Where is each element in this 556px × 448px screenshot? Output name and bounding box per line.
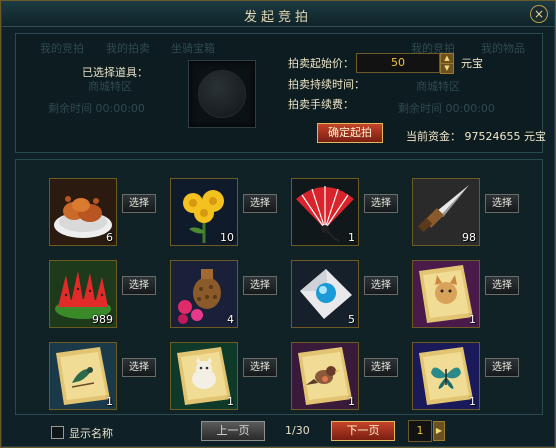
start-price-input[interactable]: 50 (356, 53, 440, 73)
start-price-label: 拍卖起始价： (288, 57, 354, 70)
select-button[interactable]: 选择 (122, 194, 156, 213)
empty-slot-medallion-icon (198, 70, 246, 118)
prev-page-button[interactable]: 上一页 (201, 421, 265, 441)
confirm-auction-button[interactable]: 确定起拍 (317, 123, 383, 143)
auction-window: 发起竞拍 × 我的竞拍 我的拍卖 坐骑宝箱 我的竞拍 我的物品 商城特区 商城特… (0, 0, 556, 448)
item-count: 1 (106, 395, 113, 408)
item-count: 1 (469, 313, 476, 326)
faded-text: 剩余时间 00:00:00 (398, 102, 495, 115)
select-button[interactable]: 选择 (364, 276, 398, 295)
select-button[interactable]: 选择 (364, 194, 398, 213)
selected-item-slot[interactable] (188, 60, 256, 128)
select-button[interactable]: 选择 (485, 358, 519, 377)
item-count: 6 (106, 231, 113, 244)
item-count: 5 (348, 313, 355, 326)
title-bar: 发起竞拍 × (2, 2, 554, 27)
select-button[interactable]: 选择 (243, 358, 277, 377)
inventory-slot[interactable]: 1 (170, 342, 238, 410)
inventory-slot[interactable]: 5 (291, 260, 359, 328)
auction-settings-panel: 我的竞拍 我的拍卖 坐骑宝箱 我的竞拍 我的物品 商城特区 商城特区 剩余时间 … (15, 33, 546, 153)
duration-label: 拍卖持续时间： (288, 78, 365, 91)
inventory-slot[interactable]: 1 (291, 178, 359, 246)
inventory-slot[interactable]: 98 (412, 178, 480, 246)
page-indicator: 1/30 (285, 424, 310, 437)
inventory-slot[interactable]: 10 (170, 178, 238, 246)
item-count: 1 (469, 395, 476, 408)
faded-text: 剩余时间 00:00:00 (48, 102, 145, 115)
inventory-slot[interactable]: 989 (49, 260, 117, 328)
item-count: 98 (462, 231, 476, 244)
select-button[interactable]: 选择 (122, 276, 156, 295)
faded-tab-text: 我的物品 (481, 42, 525, 55)
inventory-grid: 6 选择 10 选择 1 选择 98 选择 989 选择 4 选择 5 选择 1… (15, 159, 543, 415)
inventory-slot[interactable]: 6 (49, 178, 117, 246)
item-count: 1 (348, 231, 355, 244)
next-page-button[interactable]: 下一页 (331, 421, 395, 441)
funds-value: 97524655 (464, 130, 521, 143)
select-button[interactable]: 选择 (485, 194, 519, 213)
select-button[interactable]: 选择 (485, 276, 519, 295)
inventory-slot[interactable]: 1 (412, 342, 480, 410)
faded-text: 商城特区 (416, 80, 460, 93)
faded-tab-text: 我的竞拍 (40, 42, 84, 55)
inventory-slot[interactable]: 1 (291, 342, 359, 410)
funds-currency: 元宝 (524, 130, 546, 143)
price-decrease-button[interactable]: ▼ (440, 63, 454, 74)
current-funds: 当前资金： 97524655 元宝 (406, 128, 546, 144)
inventory-slot[interactable]: 4 (170, 260, 238, 328)
item-count: 1 (348, 395, 355, 408)
item-count: 1 (227, 395, 234, 408)
item-count: 989 (92, 313, 113, 326)
faded-tab-text: 坐骑宝箱 (171, 42, 215, 55)
pagination-footer: 显示名称 上一页 1/30 下一页 1 ▶ (1, 417, 555, 447)
close-icon: × (533, 7, 545, 21)
fee-label: 拍卖手续费： (288, 98, 354, 111)
show-names-checkbox[interactable] (51, 426, 64, 439)
faded-text: 商城特区 (88, 80, 132, 93)
inventory-slot[interactable]: 1 (49, 342, 117, 410)
price-currency: 元宝 (461, 57, 483, 70)
select-button[interactable]: 选择 (122, 358, 156, 377)
item-count: 10 (220, 231, 234, 244)
play-arrow-icon: ▶ (435, 426, 443, 435)
select-button[interactable]: 选择 (364, 358, 398, 377)
faded-tab-text: 我的拍卖 (106, 42, 150, 55)
show-names-label: 显示名称 (69, 427, 113, 440)
inventory-slot[interactable]: 1 (412, 260, 480, 328)
select-button[interactable]: 选择 (243, 194, 277, 213)
page-number-input[interactable]: 1 (408, 420, 432, 442)
item-count: 4 (227, 313, 234, 326)
funds-label: 当前资金： (406, 130, 461, 143)
selected-item-label: 已选择道具： (82, 66, 148, 79)
close-button[interactable]: × (530, 5, 548, 23)
window-title: 发起竞拍 (243, 10, 312, 25)
go-to-page-button[interactable]: ▶ (433, 421, 445, 441)
select-button[interactable]: 选择 (243, 276, 277, 295)
